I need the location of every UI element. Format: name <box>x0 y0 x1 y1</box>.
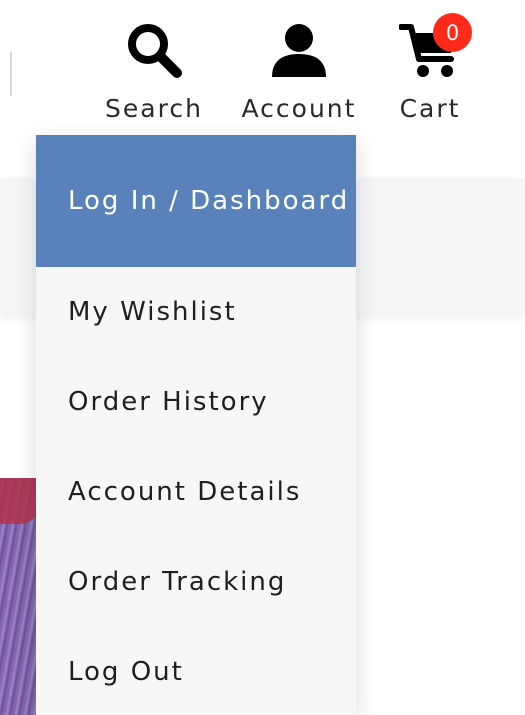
cart-label: Cart <box>399 94 461 123</box>
menu-item-order-history[interactable]: Order History <box>36 357 356 447</box>
menu-item-account-details[interactable]: Account Details <box>36 447 356 537</box>
account-button[interactable]: Account <box>240 18 358 123</box>
search-label: Search <box>105 94 203 123</box>
menu-item-order-tracking[interactable]: Order Tracking <box>36 537 356 627</box>
user-icon <box>270 18 328 82</box>
search-icon <box>125 18 183 82</box>
menu-item-logout[interactable]: Log Out <box>36 627 356 715</box>
hero-image <box>0 478 40 715</box>
menu-item-wishlist[interactable]: My Wishlist <box>36 267 356 357</box>
account-dropdown-menu: Log In / Dashboard My Wishlist Order His… <box>36 135 356 715</box>
search-button[interactable]: Search <box>104 18 204 123</box>
account-label: Account <box>241 94 357 123</box>
search-field-edge <box>10 52 12 96</box>
menu-item-login-dashboard[interactable]: Log In / Dashboard <box>36 135 356 267</box>
cart-count-badge: 0 <box>433 13 472 52</box>
